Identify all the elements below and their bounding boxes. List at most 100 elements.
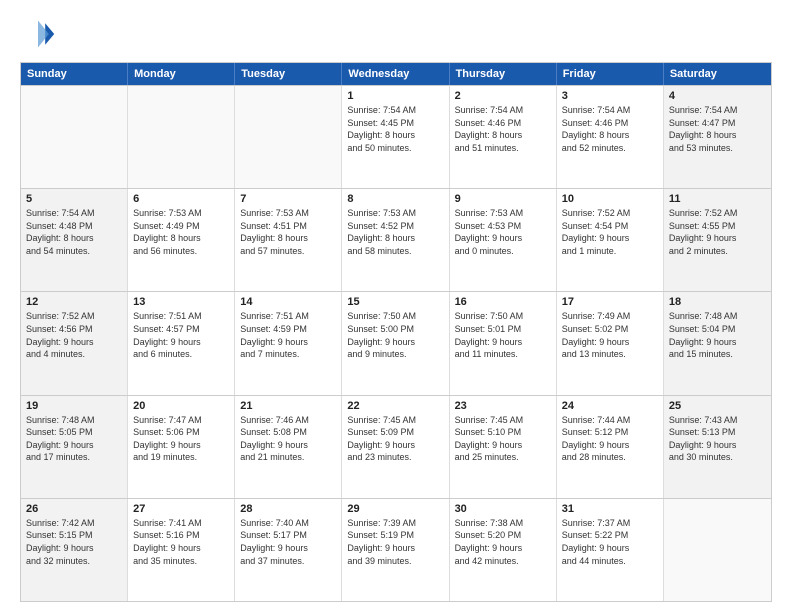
day-cell-7: 7 Sunrise: 7:53 AM Sunset: 4:51 PM Daylig…: [235, 189, 342, 291]
empty-cell: [235, 86, 342, 188]
day-number-26: 26: [26, 503, 122, 515]
day-number-20: 20: [133, 400, 229, 412]
day-info-22: Sunrise: 7:45 AM Sunset: 5:09 PM Dayligh…: [347, 414, 443, 464]
day-number-19: 19: [26, 400, 122, 412]
day-cell-16: 16 Sunrise: 7:50 AM Sunset: 5:01 PM Dayli…: [450, 292, 557, 394]
header-day-saturday: Saturday: [664, 63, 771, 85]
day-info-26: Sunrise: 7:42 AM Sunset: 5:15 PM Dayligh…: [26, 517, 122, 567]
day-cell-23: 23 Sunrise: 7:45 AM Sunset: 5:10 PM Dayli…: [450, 396, 557, 498]
day-info-3: Sunrise: 7:54 AM Sunset: 4:46 PM Dayligh…: [562, 104, 658, 154]
day-number-23: 23: [455, 400, 551, 412]
day-info-17: Sunrise: 7:49 AM Sunset: 5:02 PM Dayligh…: [562, 310, 658, 360]
day-cell-5: 5 Sunrise: 7:54 AM Sunset: 4:48 PM Daylig…: [21, 189, 128, 291]
day-cell-8: 8 Sunrise: 7:53 AM Sunset: 4:52 PM Daylig…: [342, 189, 449, 291]
day-number-24: 24: [562, 400, 658, 412]
day-cell-25: 25Sunrise: 7:43 AM Sunset: 5:13 PM Dayli…: [664, 396, 771, 498]
day-number-6: 6: [133, 193, 229, 205]
day-number-7: 7: [240, 193, 336, 205]
calendar-body: 1 Sunrise: 7:54 AM Sunset: 4:45 PM Daylig…: [21, 85, 771, 601]
day-number-21: 21: [240, 400, 336, 412]
day-info-7: Sunrise: 7:53 AM Sunset: 4:51 PM Dayligh…: [240, 207, 336, 257]
day-info-29: Sunrise: 7:39 AM Sunset: 5:19 PM Dayligh…: [347, 517, 443, 567]
day-cell-20: 20 Sunrise: 7:47 AM Sunset: 5:06 PM Dayli…: [128, 396, 235, 498]
day-cell-1: 1 Sunrise: 7:54 AM Sunset: 4:45 PM Daylig…: [342, 86, 449, 188]
day-number-31: 31: [562, 503, 658, 515]
day-number-29: 29: [347, 503, 443, 515]
day-info-23: Sunrise: 7:45 AM Sunset: 5:10 PM Dayligh…: [455, 414, 551, 464]
empty-cell: [128, 86, 235, 188]
day-number-1: 1: [347, 90, 443, 102]
day-cell-27: 27Sunrise: 7:41 AM Sunset: 5:16 PM Dayli…: [128, 499, 235, 601]
day-info-15: Sunrise: 7:50 AM Sunset: 5:00 PM Dayligh…: [347, 310, 443, 360]
day-number-17: 17: [562, 296, 658, 308]
day-info-6: Sunrise: 7:53 AM Sunset: 4:49 PM Dayligh…: [133, 207, 229, 257]
day-info-8: Sunrise: 7:53 AM Sunset: 4:52 PM Dayligh…: [347, 207, 443, 257]
day-cell-13: 13Sunrise: 7:51 AM Sunset: 4:57 PM Dayli…: [128, 292, 235, 394]
header-day-tuesday: Tuesday: [235, 63, 342, 85]
day-info-19: Sunrise: 7:48 AM Sunset: 5:05 PM Dayligh…: [26, 414, 122, 464]
day-info-1: Sunrise: 7:54 AM Sunset: 4:45 PM Dayligh…: [347, 104, 443, 154]
day-info-13: Sunrise: 7:51 AM Sunset: 4:57 PM Dayligh…: [133, 310, 229, 360]
day-info-9: Sunrise: 7:53 AM Sunset: 4:53 PM Dayligh…: [455, 207, 551, 257]
header-day-friday: Friday: [557, 63, 664, 85]
day-info-21: Sunrise: 7:46 AM Sunset: 5:08 PM Dayligh…: [240, 414, 336, 464]
week-row-2: 5 Sunrise: 7:54 AM Sunset: 4:48 PM Daylig…: [21, 188, 771, 291]
day-number-14: 14: [240, 296, 336, 308]
day-cell-3: 3 Sunrise: 7:54 AM Sunset: 4:46 PM Daylig…: [557, 86, 664, 188]
day-info-18: Sunrise: 7:48 AM Sunset: 5:04 PM Dayligh…: [669, 310, 766, 360]
day-info-12: Sunrise: 7:52 AM Sunset: 4:56 PM Dayligh…: [26, 310, 122, 360]
day-cell-11: 11 Sunrise: 7:52 AM Sunset: 4:55 PM Dayli…: [664, 189, 771, 291]
day-cell-14: 14 Sunrise: 7:51 AM Sunset: 4:59 PM Dayli…: [235, 292, 342, 394]
week-row-5: 26 Sunrise: 7:42 AM Sunset: 5:15 PM Dayli…: [21, 498, 771, 601]
day-cell-9: 9Sunrise: 7:53 AM Sunset: 4:53 PM Daylig…: [450, 189, 557, 291]
header-day-sunday: Sunday: [21, 63, 128, 85]
day-cell-26: 26 Sunrise: 7:42 AM Sunset: 5:15 PM Dayli…: [21, 499, 128, 601]
day-number-15: 15: [347, 296, 443, 308]
empty-cell: [664, 499, 771, 601]
day-info-16: Sunrise: 7:50 AM Sunset: 5:01 PM Dayligh…: [455, 310, 551, 360]
empty-cell: [21, 86, 128, 188]
day-number-8: 8: [347, 193, 443, 205]
week-row-4: 19 Sunrise: 7:48 AM Sunset: 5:05 PM Dayli…: [21, 395, 771, 498]
day-cell-30: 30Sunrise: 7:38 AM Sunset: 5:20 PM Dayli…: [450, 499, 557, 601]
day-number-27: 27: [133, 503, 229, 515]
day-info-5: Sunrise: 7:54 AM Sunset: 4:48 PM Dayligh…: [26, 207, 122, 257]
day-number-25: 25: [669, 400, 766, 412]
day-number-5: 5: [26, 193, 122, 205]
day-info-10: Sunrise: 7:52 AM Sunset: 4:54 PM Dayligh…: [562, 207, 658, 257]
day-cell-17: 17 Sunrise: 7:49 AM Sunset: 5:02 PM Dayli…: [557, 292, 664, 394]
day-cell-24: 24Sunrise: 7:44 AM Sunset: 5:12 PM Dayli…: [557, 396, 664, 498]
day-cell-12: 12Sunrise: 7:52 AM Sunset: 4:56 PM Dayli…: [21, 292, 128, 394]
day-number-3: 3: [562, 90, 658, 102]
calendar: SundayMondayTuesdayWednesdayThursdayFrid…: [20, 62, 772, 602]
day-cell-18: 18 Sunrise: 7:48 AM Sunset: 5:04 PM Dayli…: [664, 292, 771, 394]
logo-icon: [20, 16, 56, 52]
header-day-monday: Monday: [128, 63, 235, 85]
day-info-31: Sunrise: 7:37 AM Sunset: 5:22 PM Dayligh…: [562, 517, 658, 567]
day-number-11: 11: [669, 193, 766, 205]
day-info-11: Sunrise: 7:52 AM Sunset: 4:55 PM Dayligh…: [669, 207, 766, 257]
day-number-22: 22: [347, 400, 443, 412]
day-cell-15: 15 Sunrise: 7:50 AM Sunset: 5:00 PM Dayli…: [342, 292, 449, 394]
day-cell-29: 29 Sunrise: 7:39 AM Sunset: 5:19 PM Dayli…: [342, 499, 449, 601]
day-info-2: Sunrise: 7:54 AM Sunset: 4:46 PM Dayligh…: [455, 104, 551, 154]
day-info-28: Sunrise: 7:40 AM Sunset: 5:17 PM Dayligh…: [240, 517, 336, 567]
day-number-2: 2: [455, 90, 551, 102]
day-info-4: Sunrise: 7:54 AM Sunset: 4:47 PM Dayligh…: [669, 104, 766, 154]
day-cell-19: 19 Sunrise: 7:48 AM Sunset: 5:05 PM Dayli…: [21, 396, 128, 498]
day-cell-28: 28Sunrise: 7:40 AM Sunset: 5:17 PM Dayli…: [235, 499, 342, 601]
logo: [20, 16, 60, 52]
day-info-14: Sunrise: 7:51 AM Sunset: 4:59 PM Dayligh…: [240, 310, 336, 360]
week-row-1: 1 Sunrise: 7:54 AM Sunset: 4:45 PM Daylig…: [21, 85, 771, 188]
day-cell-2: 2 Sunrise: 7:54 AM Sunset: 4:46 PM Daylig…: [450, 86, 557, 188]
day-cell-31: 31 Sunrise: 7:37 AM Sunset: 5:22 PM Dayli…: [557, 499, 664, 601]
day-info-20: Sunrise: 7:47 AM Sunset: 5:06 PM Dayligh…: [133, 414, 229, 464]
day-number-18: 18: [669, 296, 766, 308]
day-cell-6: 6 Sunrise: 7:53 AM Sunset: 4:49 PM Daylig…: [128, 189, 235, 291]
page: SundayMondayTuesdayWednesdayThursdayFrid…: [0, 0, 792, 612]
day-number-30: 30: [455, 503, 551, 515]
header-day-wednesday: Wednesday: [342, 63, 449, 85]
calendar-header-row: SundayMondayTuesdayWednesdayThursdayFrid…: [21, 63, 771, 85]
day-number-16: 16: [455, 296, 551, 308]
day-cell-22: 22 Sunrise: 7:45 AM Sunset: 5:09 PM Dayli…: [342, 396, 449, 498]
